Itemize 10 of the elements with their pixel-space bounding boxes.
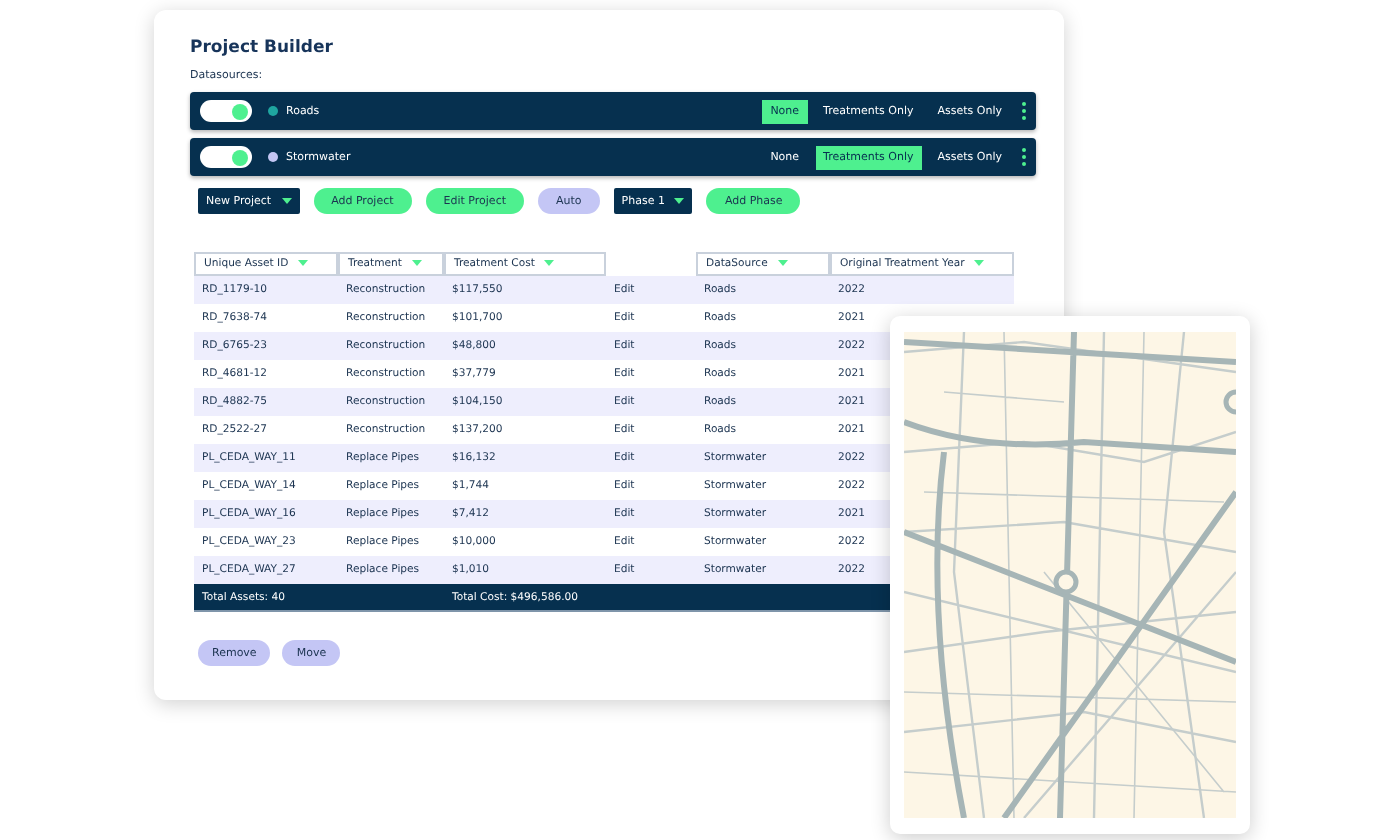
sort-icon [411, 260, 422, 266]
sort-icon [777, 260, 788, 266]
caret-icon [281, 198, 292, 204]
caret-icon [674, 198, 685, 204]
sort-icon [298, 260, 309, 266]
toggle-switch[interactable] [200, 100, 252, 122]
sort-icon [974, 260, 985, 266]
sort-icon [544, 260, 555, 266]
toggle-switch[interactable] [200, 146, 252, 168]
page-title: Project Builder [190, 38, 335, 58]
